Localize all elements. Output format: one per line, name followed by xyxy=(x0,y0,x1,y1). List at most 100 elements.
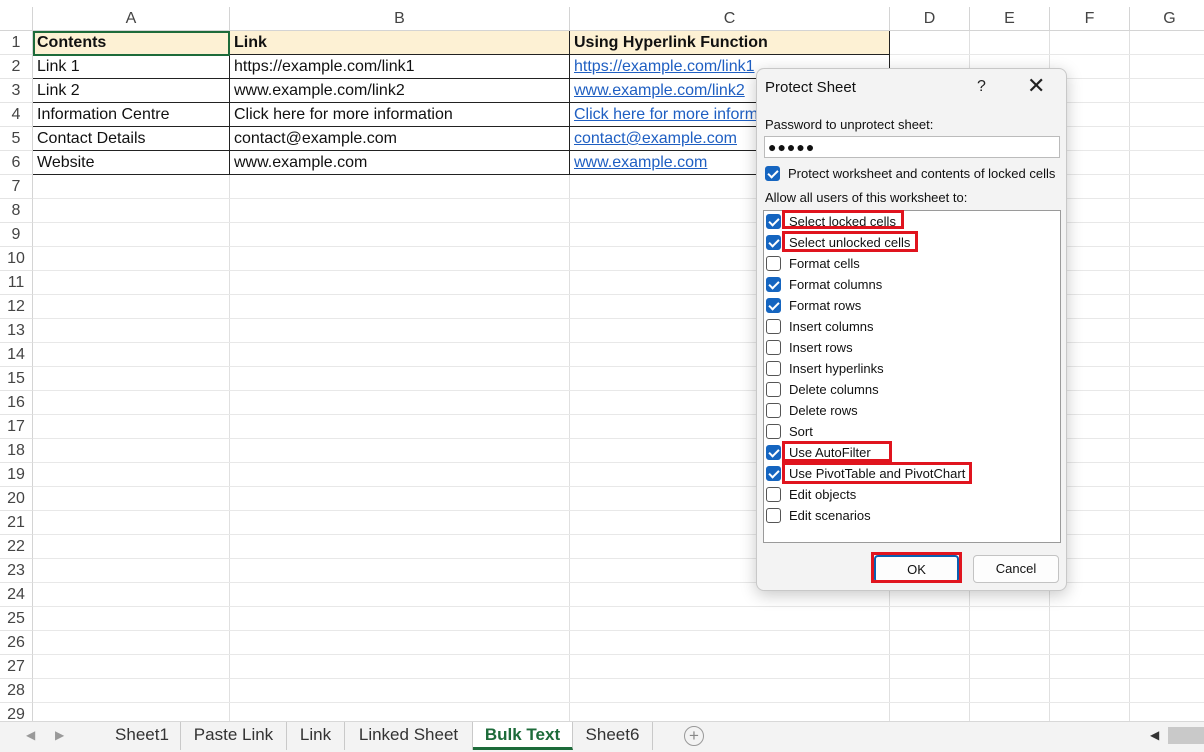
permission-item[interactable]: Format rows xyxy=(764,295,1060,316)
row-header[interactable]: 17 xyxy=(0,415,33,439)
permission-label: Insert rows xyxy=(789,340,853,355)
permissions-list[interactable]: Select locked cells Select unlocked cell… xyxy=(763,210,1061,543)
protect-checkbox[interactable] xyxy=(765,166,780,181)
column-header[interactable]: C xyxy=(570,7,890,31)
help-icon[interactable]: ? xyxy=(977,78,986,96)
table-border xyxy=(570,31,890,55)
column-header[interactable]: E xyxy=(970,7,1050,31)
permission-label: Format cells xyxy=(789,256,860,271)
permission-checkbox[interactable] xyxy=(766,487,781,502)
row-header[interactable]: 25 xyxy=(0,607,33,631)
close-icon[interactable]: ✕ xyxy=(1027,75,1045,97)
horizontal-scrollbar[interactable] xyxy=(1168,727,1204,744)
sheet-tab[interactable]: Sheet6 xyxy=(573,722,653,750)
row-header[interactable]: 27 xyxy=(0,655,33,679)
permission-checkbox[interactable] xyxy=(766,298,781,313)
row-header[interactable]: 8 xyxy=(0,199,33,223)
permission-checkbox[interactable] xyxy=(766,214,781,229)
sheet-tab-bar: ◀ ▶ Sheet1 Paste Link Link Linked Sheet Bulk… xyxy=(0,721,1204,752)
add-sheet-icon[interactable]: + xyxy=(684,726,704,746)
permission-checkbox[interactable] xyxy=(766,277,781,292)
scroll-right-icon[interactable]: ▶ xyxy=(55,728,64,742)
row-header[interactable]: 16 xyxy=(0,391,33,415)
table-border xyxy=(33,55,230,79)
column-header[interactable]: D xyxy=(890,7,970,31)
sheet-tab[interactable]: Linked Sheet xyxy=(345,722,473,750)
permission-item[interactable]: Sort xyxy=(764,421,1060,442)
row-header[interactable]: 11 xyxy=(0,271,33,295)
permission-checkbox[interactable] xyxy=(766,466,781,481)
row-header[interactable]: 13 xyxy=(0,319,33,343)
permission-checkbox[interactable] xyxy=(766,508,781,523)
row-header[interactable]: 7 xyxy=(0,175,33,199)
row-header[interactable]: 23 xyxy=(0,559,33,583)
cancel-button[interactable]: Cancel xyxy=(973,555,1059,583)
permission-item[interactable]: Insert columns xyxy=(764,316,1060,337)
row-header[interactable]: 4 xyxy=(0,103,33,127)
row-header[interactable]: 3 xyxy=(0,79,33,103)
permission-checkbox[interactable] xyxy=(766,424,781,439)
permission-label: Insert hyperlinks xyxy=(789,361,884,376)
permission-label: Edit objects xyxy=(789,487,857,502)
row-header[interactable]: 2 xyxy=(0,55,33,79)
highlight-select-unlocked xyxy=(782,231,918,252)
row-header[interactable]: 28 xyxy=(0,679,33,703)
permission-checkbox[interactable] xyxy=(766,361,781,376)
sheet-tab[interactable]: Sheet1 xyxy=(104,722,181,750)
table-border xyxy=(230,103,570,127)
row-header[interactable]: 15 xyxy=(0,367,33,391)
row-header[interactable]: 10 xyxy=(0,247,33,271)
permission-item[interactable]: Format cells xyxy=(764,253,1060,274)
permission-item[interactable]: Insert hyperlinks xyxy=(764,358,1060,379)
permission-item[interactable]: Delete rows xyxy=(764,400,1060,421)
table-border xyxy=(33,127,230,151)
permission-checkbox[interactable] xyxy=(766,382,781,397)
permission-label: Insert columns xyxy=(789,319,874,334)
permission-checkbox[interactable] xyxy=(766,319,781,334)
row-header[interactable]: 19 xyxy=(0,463,33,487)
scroll-left-icon[interactable]: ◀ xyxy=(26,728,35,742)
permission-checkbox[interactable] xyxy=(766,403,781,418)
row-header[interactable]: 24 xyxy=(0,583,33,607)
row-header[interactable]: 9 xyxy=(0,223,33,247)
permission-item[interactable]: Format columns xyxy=(764,274,1060,295)
row-header[interactable]: 18 xyxy=(0,439,33,463)
row-header[interactable]: 22 xyxy=(0,535,33,559)
highlight-select-locked xyxy=(782,210,904,229)
row-header[interactable]: 20 xyxy=(0,487,33,511)
row-header[interactable]: 12 xyxy=(0,295,33,319)
highlight-pivottable xyxy=(782,462,972,484)
permission-item[interactable]: Edit scenarios xyxy=(764,505,1060,526)
permission-item[interactable]: Delete columns xyxy=(764,379,1060,400)
sheet-tab[interactable]: Paste Link xyxy=(181,722,287,750)
sheet-tab[interactable]: Bulk Text xyxy=(473,722,573,750)
row-header[interactable]: 1 xyxy=(0,31,33,55)
column-header[interactable]: G xyxy=(1130,7,1204,31)
row-header[interactable]: 21 xyxy=(0,511,33,535)
permission-checkbox[interactable] xyxy=(766,256,781,271)
column-header[interactable]: F xyxy=(1050,7,1130,31)
table-border xyxy=(33,151,230,175)
protect-sheet-dialog: Protect Sheet ? ✕ Password to unprotect … xyxy=(756,68,1067,591)
sheet-tab[interactable]: Link xyxy=(287,722,345,750)
permission-label: Edit scenarios xyxy=(789,508,871,523)
row-header[interactable]: 26 xyxy=(0,631,33,655)
permission-label: Format rows xyxy=(789,298,862,313)
allow-label: Allow all users of this worksheet to: xyxy=(765,190,968,205)
permission-item[interactable]: Edit objects xyxy=(764,484,1060,505)
gridline xyxy=(33,702,1204,703)
password-input[interactable]: ●●●●● xyxy=(764,136,1060,158)
permission-checkbox[interactable] xyxy=(766,445,781,460)
permission-checkbox[interactable] xyxy=(766,235,781,250)
table-border xyxy=(33,103,230,127)
hscroll-left-icon[interactable]: ◀ xyxy=(1150,728,1159,742)
permission-item[interactable]: Insert rows xyxy=(764,337,1060,358)
column-header[interactable]: A xyxy=(33,7,230,31)
select-all-corner[interactable] xyxy=(0,7,33,31)
table-border xyxy=(230,79,570,103)
row-header[interactable]: 14 xyxy=(0,343,33,367)
row-header[interactable]: 5 xyxy=(0,127,33,151)
permission-checkbox[interactable] xyxy=(766,340,781,355)
column-header[interactable]: B xyxy=(230,7,570,31)
row-header[interactable]: 6 xyxy=(0,151,33,175)
